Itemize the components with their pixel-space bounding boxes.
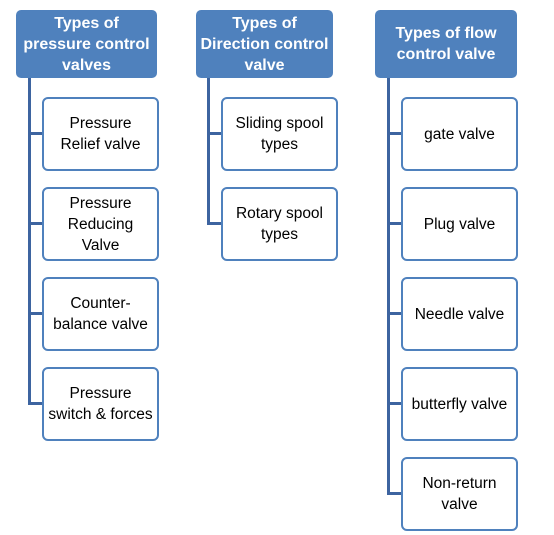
connector-branch (207, 132, 221, 135)
valve-type-box: Non-return valve (401, 457, 518, 531)
valve-type-box: Sliding spool types (221, 97, 338, 171)
valve-type-box: Counter-balance valve (42, 277, 159, 351)
connector-branch (387, 492, 401, 495)
category-header: Types of flow control valve (375, 10, 517, 78)
connector-branch (28, 312, 42, 315)
valve-type-box: Pressure switch & forces (42, 367, 159, 441)
connector-branch (387, 312, 401, 315)
connector-line (207, 78, 210, 225)
connector-branch (387, 132, 401, 135)
valve-type-box: Pressure Relief valve (42, 97, 159, 171)
valve-type-box: Pressure Reducing Valve (42, 187, 159, 261)
category-header: Types of pressure control valves (16, 10, 157, 78)
valve-type-box: butterfly valve (401, 367, 518, 441)
valve-type-box: gate valve (401, 97, 518, 171)
valve-type-box: Rotary spool types (221, 187, 338, 261)
connector-branch (207, 222, 221, 225)
valve-type-box: Needle valve (401, 277, 518, 351)
connector-branch (28, 222, 42, 225)
connector-branch (387, 402, 401, 405)
connector-line (28, 78, 31, 405)
connector-branch (28, 402, 42, 405)
category-header: Types of Direction control valve (196, 10, 333, 78)
connector-line (387, 78, 390, 495)
valve-type-box: Plug valve (401, 187, 518, 261)
connector-branch (387, 222, 401, 225)
connector-branch (28, 132, 42, 135)
